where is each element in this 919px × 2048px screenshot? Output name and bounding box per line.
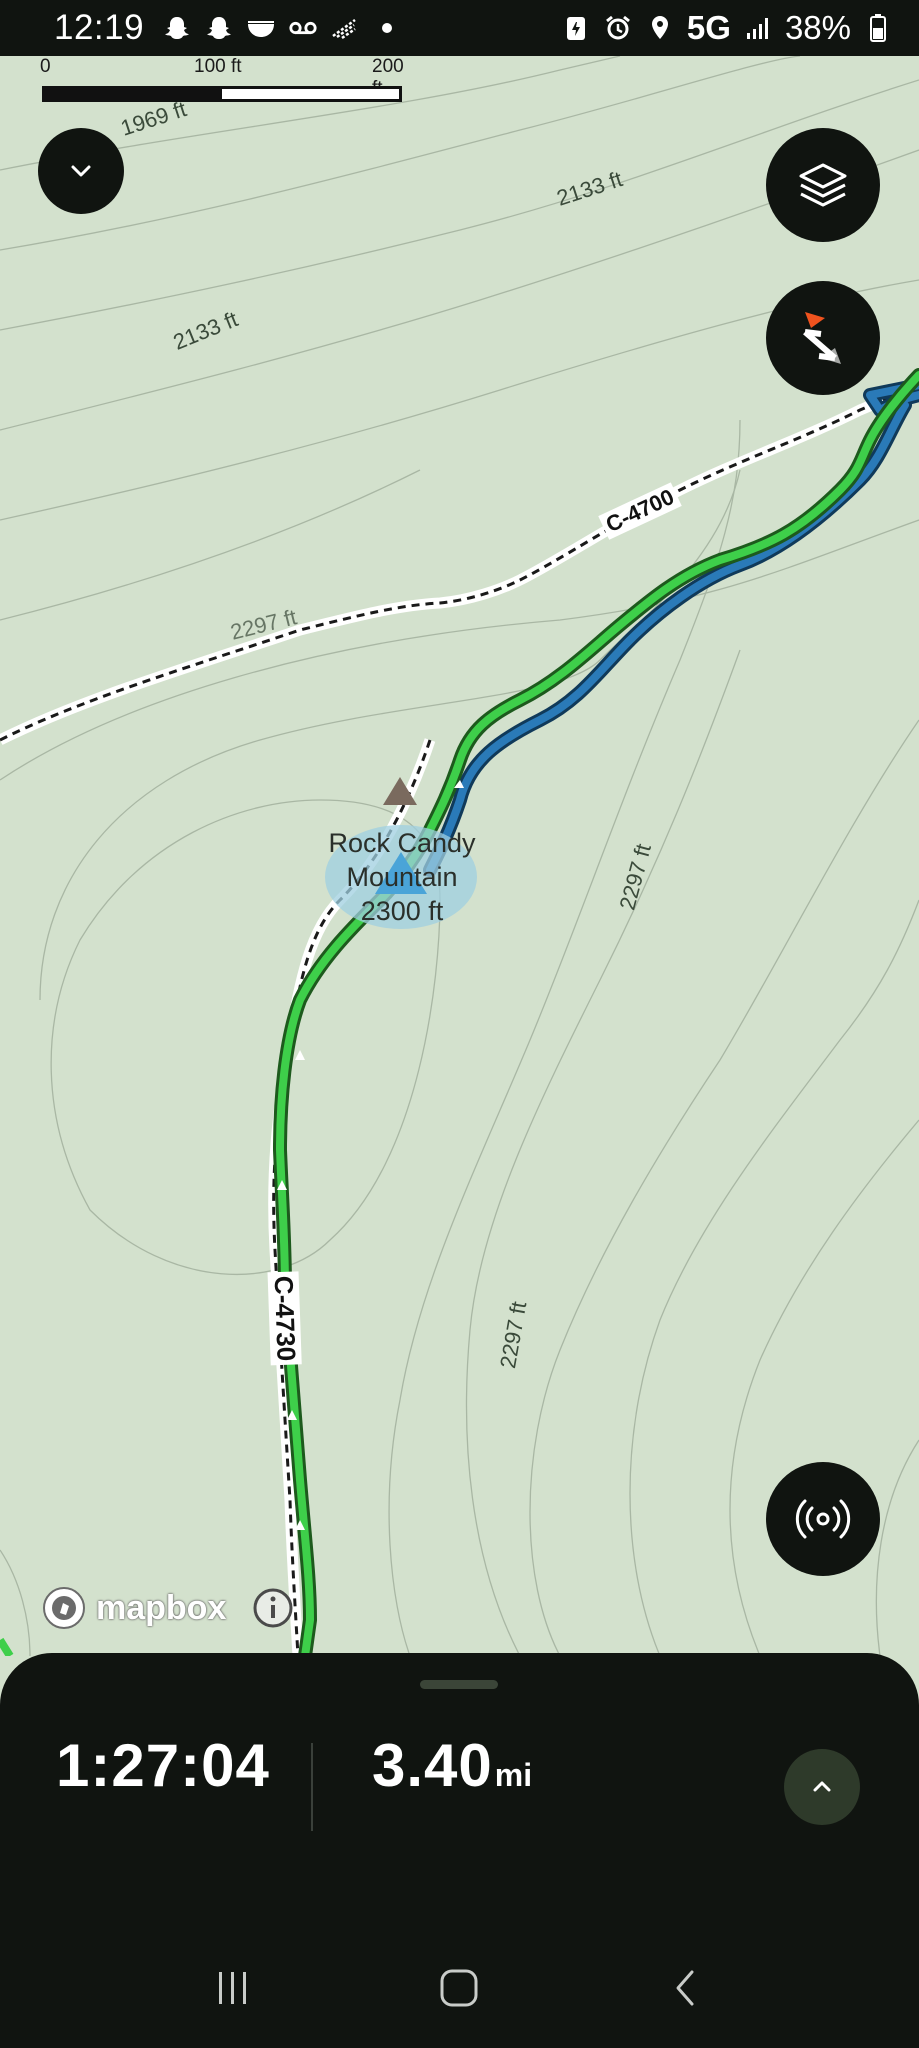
scale-label-mid: 100 ft <box>194 56 242 77</box>
location-icon <box>645 13 675 43</box>
distance-unit: mi <box>494 1757 533 1793</box>
broadcast-icon <box>795 1499 851 1539</box>
compass-button[interactable] <box>766 281 880 395</box>
peak-label[interactable]: Rock Candy Mountain 2300 ft <box>296 826 508 928</box>
snapchat-icon <box>162 13 192 43</box>
layers-icon <box>799 163 847 207</box>
mapbox-wordmark: mapbox <box>96 1588 227 1627</box>
chevron-down-icon <box>71 165 91 177</box>
mapbox-logo[interactable]: mapbox <box>40 1584 226 1632</box>
collapse-button[interactable] <box>38 128 124 214</box>
stat-divider <box>311 1743 313 1831</box>
distance-stat: 3.40 mi <box>372 1731 532 1800</box>
scale-label-start: 0 <box>40 56 51 77</box>
notification-icons <box>162 13 402 43</box>
recents-button[interactable] <box>193 1958 273 2018</box>
scale-bar: 0 100 ft 200 ft <box>38 56 408 108</box>
gps-button[interactable] <box>766 1462 880 1576</box>
elapsed-time: 1:27:04 <box>56 1732 270 1799</box>
battery-icon <box>863 13 893 43</box>
voicemail-icon <box>288 13 318 43</box>
system-status: 5G 38% <box>561 9 893 47</box>
system-nav-bar <box>0 1928 919 2048</box>
dot-icon <box>372 13 402 43</box>
battery-saver-icon <box>561 13 591 43</box>
network-type: 5G <box>686 9 731 46</box>
attribution-info-button[interactable] <box>252 1587 294 1629</box>
bowl-icon <box>246 13 276 43</box>
layers-button[interactable] <box>766 128 880 242</box>
distance-value: 3.40 <box>372 1732 493 1799</box>
snapchat-icon <box>204 13 234 43</box>
mapbox-logo-icon <box>43 1587 85 1629</box>
back-icon <box>676 1970 694 2006</box>
scale-track <box>42 86 402 102</box>
home-icon <box>440 1969 478 2007</box>
sheet-grabber[interactable] <box>420 1680 498 1689</box>
chevron-up-icon <box>813 1781 831 1792</box>
status-bar: 12:19 5G 38% <box>0 0 919 56</box>
battery-percent: 38% <box>784 9 851 46</box>
signal-icon <box>743 13 773 43</box>
road-label: C-4730 <box>267 1271 302 1366</box>
back-button[interactable] <box>646 1958 726 2018</box>
peak-elevation: 2300 ft <box>360 896 444 926</box>
expand-sheet-button[interactable] <box>784 1749 860 1825</box>
compass-icon <box>803 312 841 364</box>
recents-icon <box>219 1972 247 2004</box>
info-icon <box>253 1588 293 1628</box>
peak-name: Rock Candy Mountain <box>328 828 476 892</box>
alarm-icon <box>603 13 633 43</box>
status-time: 12:19 <box>54 8 145 47</box>
home-button[interactable] <box>419 1958 499 2018</box>
wifi-calling-icon <box>330 13 360 43</box>
